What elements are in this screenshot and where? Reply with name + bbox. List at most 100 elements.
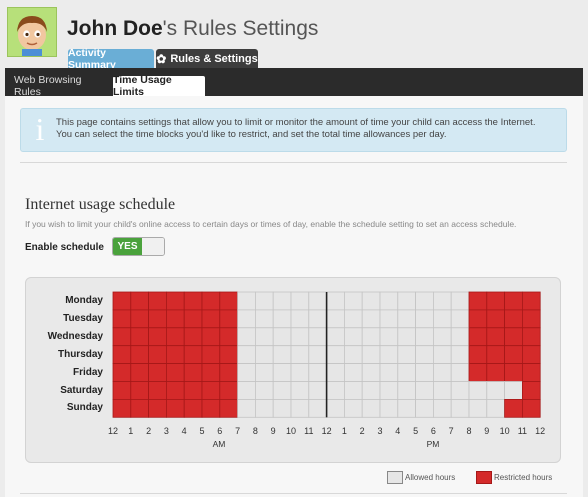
schedule-cell-friday-14[interactable]	[361, 363, 381, 382]
schedule-cell-tuesday-17[interactable]	[415, 309, 434, 329]
schedule-cell-saturday-19[interactable]	[450, 381, 470, 400]
schedule-cell-sunday-23[interactable]	[521, 399, 541, 418]
schedule-cell-friday-21[interactable]	[486, 363, 505, 382]
schedule-cell-friday-22[interactable]	[504, 363, 523, 382]
schedule-cell-thursday-5[interactable]	[201, 345, 221, 364]
schedule-cell-thursday-15[interactable]	[379, 345, 399, 364]
schedule-cell-tuesday-1[interactable]	[130, 309, 150, 329]
schedule-cell-wednesday-15[interactable]	[379, 327, 399, 347]
schedule-cell-thursday-7[interactable]	[237, 345, 256, 364]
schedule-cell-friday-4[interactable]	[183, 363, 203, 382]
schedule-cell-saturday-8[interactable]	[254, 381, 274, 400]
schedule-cell-tuesday-14[interactable]	[361, 309, 381, 329]
schedule-cell-friday-9[interactable]	[272, 363, 292, 382]
schedule-cell-thursday-19[interactable]	[450, 345, 470, 364]
schedule-cell-thursday-21[interactable]	[486, 345, 505, 364]
schedule-cell-sunday-5[interactable]	[201, 399, 221, 418]
schedule-cell-friday-23[interactable]	[521, 363, 541, 382]
schedule-cell-saturday-10[interactable]	[290, 381, 310, 400]
schedule-cell-sunday-19[interactable]	[450, 399, 470, 418]
schedule-cell-tuesday-19[interactable]	[450, 309, 470, 329]
schedule-cell-thursday-1[interactable]	[130, 345, 150, 364]
schedule-cell-wednesday-11[interactable]	[308, 327, 327, 347]
schedule-cell-tuesday-18[interactable]	[432, 309, 452, 329]
schedule-cell-tuesday-20[interactable]	[468, 309, 488, 329]
schedule-cell-friday-2[interactable]	[148, 363, 167, 382]
schedule-cell-monday-9[interactable]	[272, 291, 292, 311]
schedule-cell-thursday-11[interactable]	[308, 345, 327, 364]
schedule-cell-sunday-4[interactable]	[183, 399, 203, 418]
schedule-cell-thursday-12[interactable]	[326, 345, 345, 364]
schedule-cell-monday-15[interactable]	[379, 291, 399, 311]
schedule-cell-monday-4[interactable]	[183, 291, 203, 311]
schedule-cell-sunday-3[interactable]	[165, 399, 185, 418]
schedule-cell-monday-18[interactable]	[432, 291, 452, 311]
schedule-cell-tuesday-8[interactable]	[254, 309, 274, 329]
schedule-cell-friday-8[interactable]	[254, 363, 274, 382]
schedule-cell-sunday-21[interactable]	[486, 399, 505, 418]
schedule-cell-wednesday-1[interactable]	[130, 327, 150, 347]
schedule-cell-saturday-18[interactable]	[432, 381, 452, 400]
schedule-cell-sunday-9[interactable]	[272, 399, 292, 418]
schedule-cell-friday-10[interactable]	[290, 363, 310, 382]
schedule-cell-friday-16[interactable]	[397, 363, 416, 382]
schedule-cell-sunday-22[interactable]	[504, 399, 523, 418]
schedule-cell-tuesday-7[interactable]	[237, 309, 256, 329]
schedule-cell-tuesday-6[interactable]	[219, 309, 239, 329]
schedule-cell-monday-11[interactable]	[308, 291, 327, 311]
schedule-cell-friday-13[interactable]	[343, 363, 363, 382]
schedule-cell-thursday-14[interactable]	[361, 345, 381, 364]
schedule-cell-thursday-8[interactable]	[254, 345, 274, 364]
schedule-cell-tuesday-11[interactable]	[308, 309, 327, 329]
schedule-cell-wednesday-21[interactable]	[486, 327, 505, 347]
schedule-cell-tuesday-3[interactable]	[165, 309, 185, 329]
schedule-cell-tuesday-13[interactable]	[343, 309, 363, 329]
schedule-cell-saturday-11[interactable]	[308, 381, 327, 400]
schedule-cell-friday-19[interactable]	[450, 363, 470, 382]
schedule-cell-tuesday-16[interactable]	[397, 309, 416, 329]
schedule-cell-friday-6[interactable]	[219, 363, 239, 382]
schedule-cell-saturday-12[interactable]	[326, 381, 345, 400]
schedule-cell-saturday-6[interactable]	[219, 381, 239, 400]
schedule-cell-sunday-18[interactable]	[432, 399, 452, 418]
schedule-cell-saturday-2[interactable]	[148, 381, 167, 400]
schedule-cell-monday-23[interactable]	[521, 291, 541, 311]
schedule-cell-saturday-23[interactable]	[521, 381, 541, 400]
schedule-cell-wednesday-5[interactable]	[201, 327, 221, 347]
schedule-cell-saturday-3[interactable]	[165, 381, 185, 400]
schedule-cell-saturday-9[interactable]	[272, 381, 292, 400]
schedule-cell-saturday-22[interactable]	[504, 381, 523, 400]
schedule-cell-monday-10[interactable]	[290, 291, 310, 311]
schedule-cell-sunday-8[interactable]	[254, 399, 274, 418]
schedule-cell-friday-1[interactable]	[130, 363, 150, 382]
schedule-cell-sunday-17[interactable]	[415, 399, 434, 418]
schedule-cell-wednesday-22[interactable]	[504, 327, 523, 347]
schedule-cell-sunday-12[interactable]	[326, 399, 345, 418]
schedule-cell-thursday-10[interactable]	[290, 345, 310, 364]
schedule-cell-sunday-0[interactable]	[112, 399, 132, 418]
schedule-cell-sunday-11[interactable]	[308, 399, 327, 418]
schedule-cell-monday-17[interactable]	[415, 291, 434, 311]
schedule-cell-thursday-13[interactable]	[343, 345, 363, 364]
schedule-cell-tuesday-10[interactable]	[290, 309, 310, 329]
schedule-cell-saturday-0[interactable]	[112, 381, 132, 400]
schedule-cell-thursday-22[interactable]	[504, 345, 523, 364]
schedule-cell-thursday-3[interactable]	[165, 345, 185, 364]
schedule-cell-monday-21[interactable]	[486, 291, 505, 311]
schedule-cell-saturday-14[interactable]	[361, 381, 381, 400]
schedule-cell-friday-20[interactable]	[468, 363, 488, 382]
schedule-cell-friday-0[interactable]	[112, 363, 132, 382]
schedule-cell-saturday-20[interactable]	[468, 381, 488, 400]
schedule-cell-thursday-20[interactable]	[468, 345, 488, 364]
schedule-cell-tuesday-22[interactable]	[504, 309, 523, 329]
schedule-cell-wednesday-20[interactable]	[468, 327, 488, 347]
schedule-cell-saturday-5[interactable]	[201, 381, 221, 400]
schedule-cell-friday-7[interactable]	[237, 363, 256, 382]
schedule-cell-wednesday-6[interactable]	[219, 327, 239, 347]
schedule-cell-thursday-9[interactable]	[272, 345, 292, 364]
schedule-cell-sunday-2[interactable]	[148, 399, 167, 418]
subtab-web-browsing-rules[interactable]: Web Browsing Rules	[14, 74, 110, 98]
schedule-cell-wednesday-4[interactable]	[183, 327, 203, 347]
schedule-cell-tuesday-5[interactable]	[201, 309, 221, 329]
schedule-cell-monday-5[interactable]	[201, 291, 221, 311]
